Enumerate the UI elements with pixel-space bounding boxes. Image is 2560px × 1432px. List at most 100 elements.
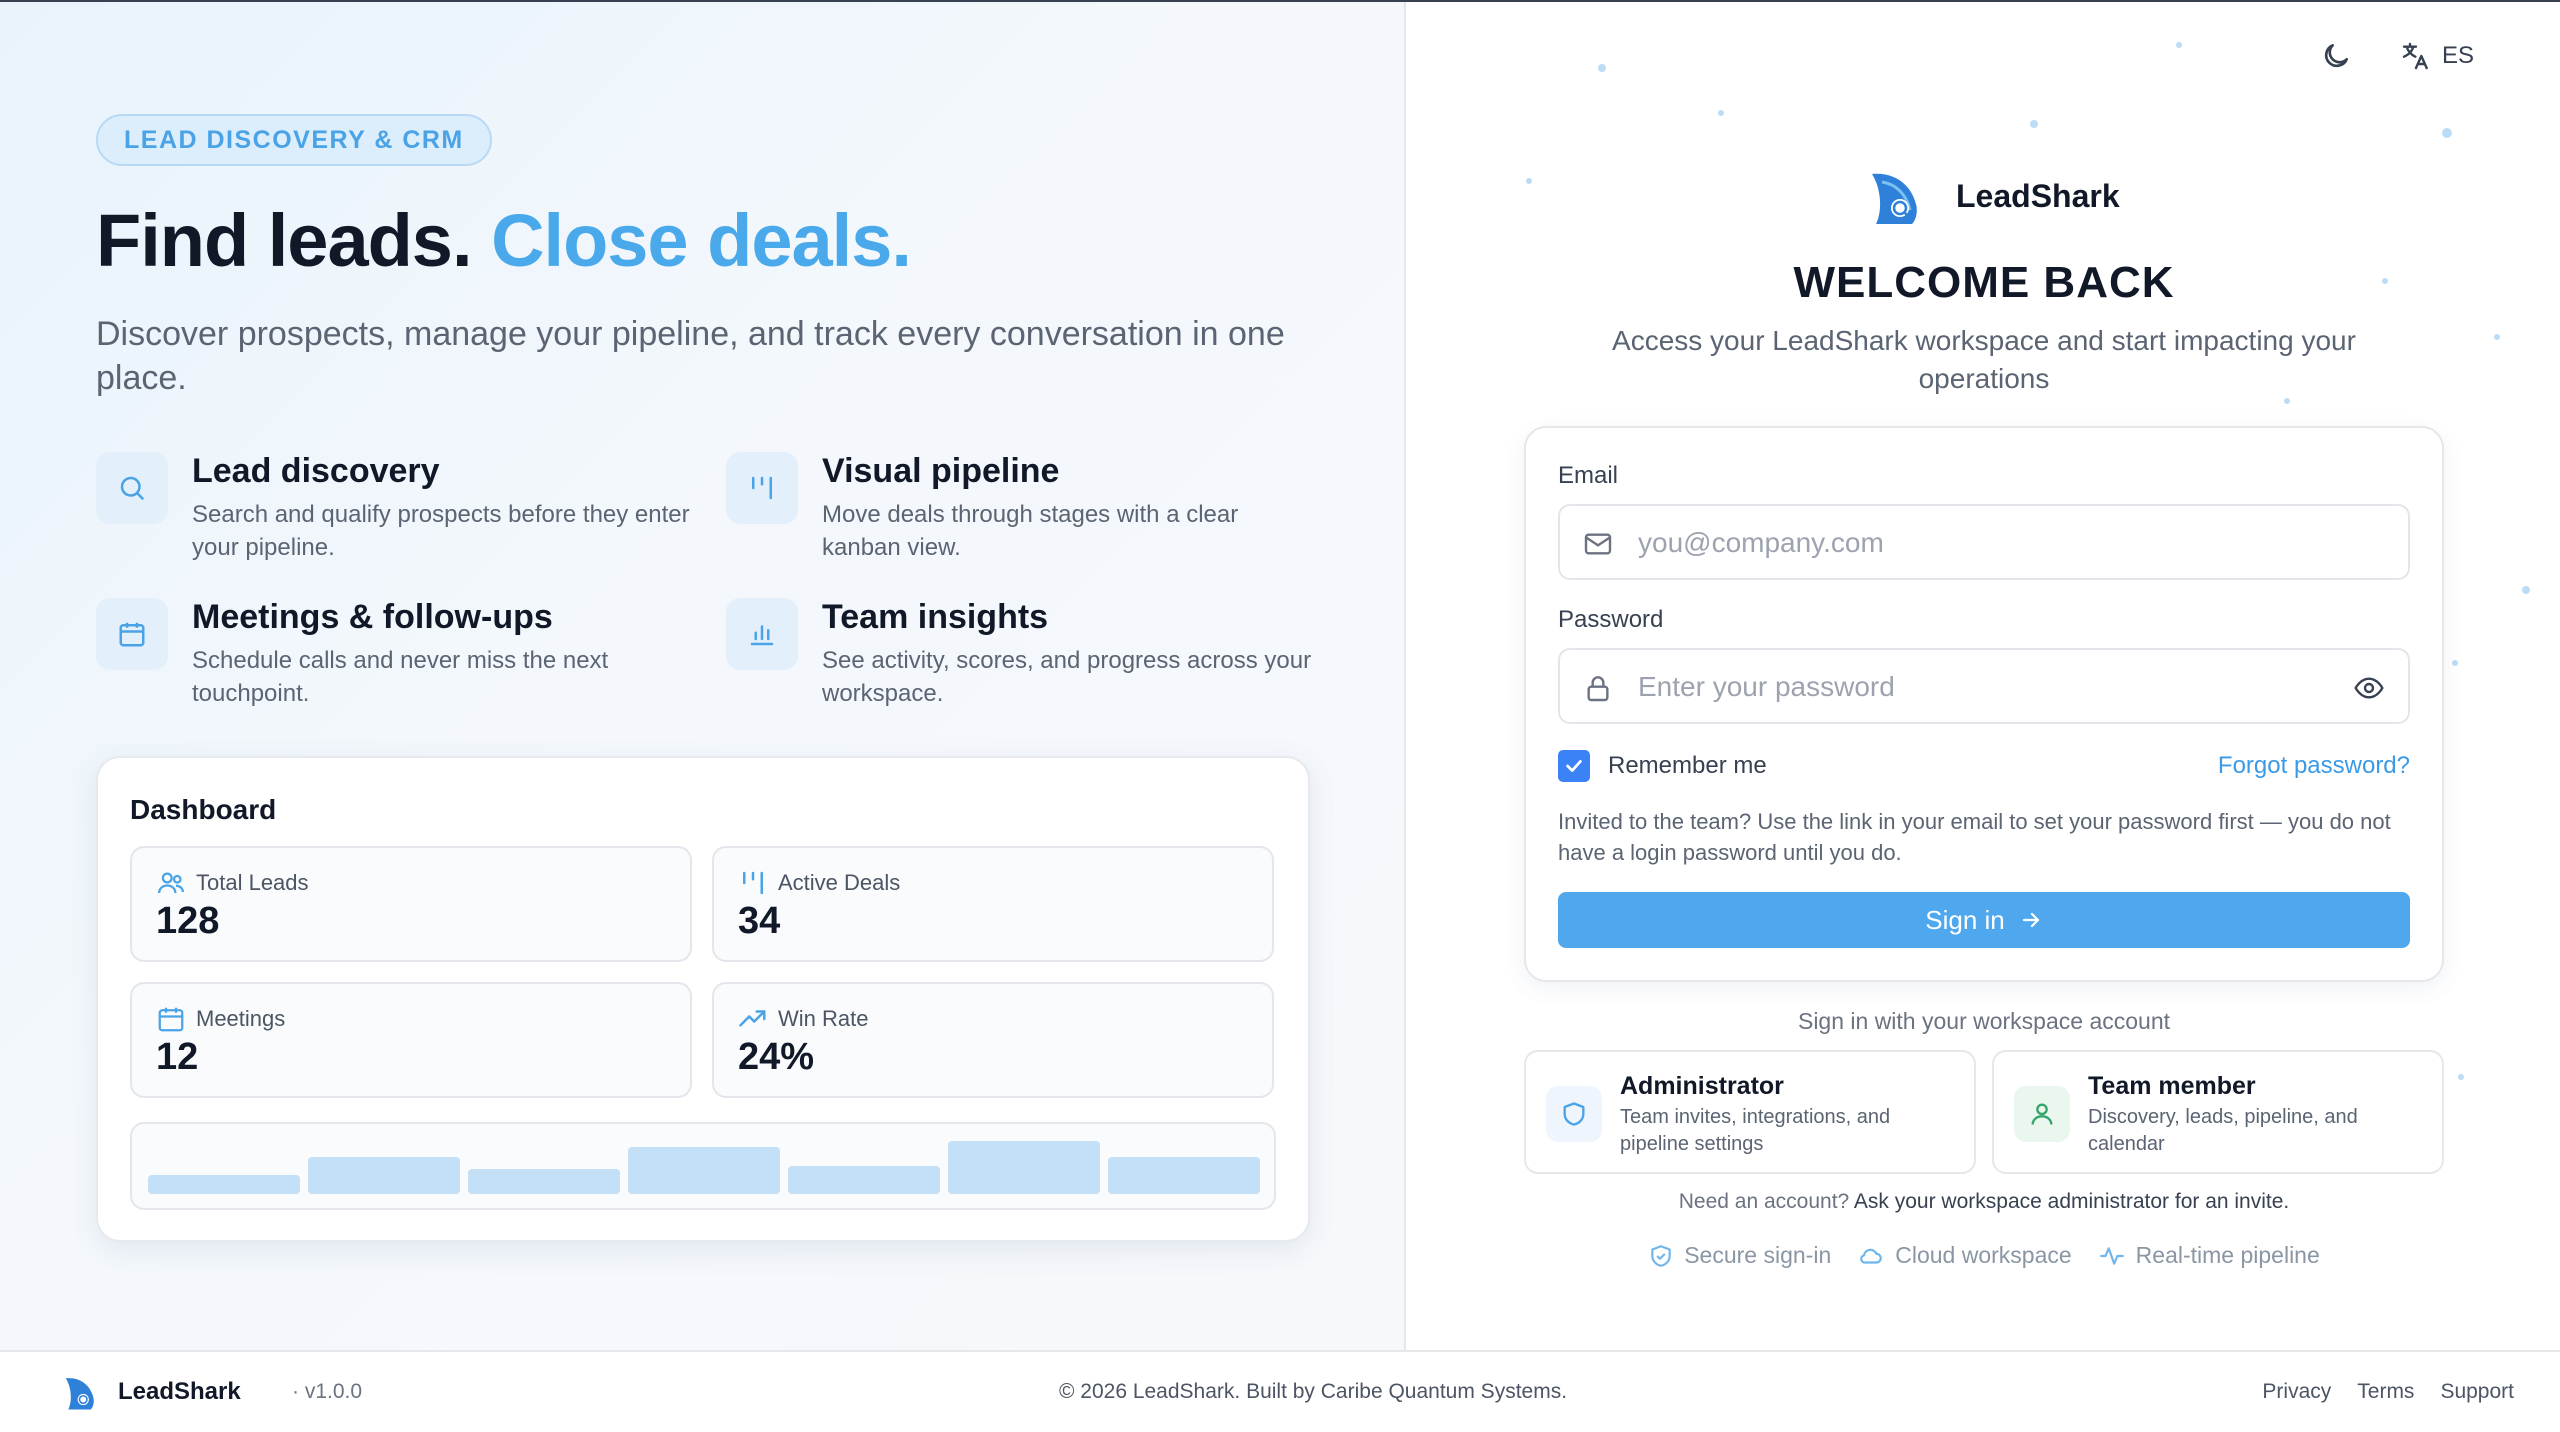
need-account-text: Ask your workspace administrator for an …	[1853, 1190, 2290, 1213]
trust-label: Real-time pipeline	[2135, 1242, 2320, 1268]
forgot-password-link[interactable]: Forgot password?	[2218, 752, 2410, 780]
footer: LeadShark · v1.0.0 © 2026 LeadShark. Bui…	[0, 1350, 2560, 1432]
decorative-dot	[2458, 1074, 2464, 1080]
stat-value: 24%	[738, 1036, 815, 1078]
mail-icon	[1584, 533, 1612, 555]
role-description: Team invites, integrations, and pipeline…	[1620, 1106, 1891, 1155]
password-label: Password	[1558, 606, 1664, 633]
trust-realtime: Real-time pipeline	[2098, 1242, 2320, 1269]
feature-title: Visual pipeline	[822, 452, 1060, 490]
language-switcher[interactable]: ES	[2400, 38, 2474, 74]
decorative-dot	[1526, 178, 1532, 184]
activity-bar	[308, 1157, 460, 1194]
pipeline-icon	[743, 871, 763, 895]
dashboard-title: Dashboard	[130, 794, 277, 825]
email-field[interactable]	[1638, 520, 2318, 566]
welcome-title: WELCOME BACK	[1793, 258, 2175, 307]
decorative-dot	[2442, 128, 2452, 138]
eye-icon[interactable]	[2352, 672, 2386, 704]
stat-value: 128	[156, 900, 220, 942]
theme-toggle[interactable]	[2320, 38, 2352, 74]
remember-checkbox[interactable]	[1558, 750, 1590, 782]
role-description: Discovery, leads, pipeline, and calendar	[2088, 1106, 2358, 1155]
shark-fin-logo	[1872, 173, 1917, 224]
stat-win-rate: Win Rate 24%	[712, 982, 1274, 1098]
sign-in-button[interactable]: Sign in	[1558, 892, 2410, 948]
user-icon	[2014, 1086, 2070, 1142]
copyright: © 2026 LeadShark. Built by Caribe Quantu…	[1058, 1380, 1568, 1403]
role-team-member[interactable]: Team member Discovery, leads, pipeline, …	[1992, 1050, 2444, 1174]
stat-value: 34	[738, 900, 781, 942]
support-link[interactable]: Support	[2440, 1380, 2514, 1404]
stat-label: Total Leads	[196, 870, 309, 895]
welcome-subtitle: Access your LeadShark workspace and star…	[1612, 325, 2356, 394]
activity-bar	[468, 1169, 620, 1194]
dashboard-preview: Dashboard Total Leads 128 Active Deals 3…	[96, 756, 1310, 1242]
activity-bar	[628, 1147, 780, 1194]
privacy-link[interactable]: Privacy	[2262, 1380, 2331, 1404]
decorative-dot	[1598, 64, 1606, 72]
password-field-wrapper[interactable]	[1558, 648, 2410, 724]
moon-icon[interactable]	[2320, 40, 2352, 72]
login-panel: ES LeadShark WELCOME BACK Access your Le…	[1408, 2, 2560, 1350]
email-field-wrapper[interactable]	[1558, 504, 2410, 580]
brand-header: LeadShark	[1866, 164, 2120, 228]
stat-total-leads: Total Leads 128	[130, 846, 692, 962]
search-icon	[96, 452, 168, 524]
feature-description: Schedule calls and never miss the next t…	[192, 647, 609, 707]
arrow-right-icon	[2022, 912, 2039, 928]
calendar-icon	[96, 598, 168, 670]
decorative-dot	[2494, 334, 2500, 340]
sign-in-label: Sign in	[1925, 904, 2005, 935]
login-form: Email Password Remember me Forgot passwo…	[1524, 426, 2444, 982]
trust-secure: Secure sign-in	[1648, 1242, 1831, 1269]
shield-icon	[1546, 1086, 1602, 1142]
hero-panel: LEAD DISCOVERY & CRM Find leads. Close d…	[0, 2, 1406, 1350]
users-icon	[158, 872, 184, 894]
feature-description: Search and qualify prospects before they…	[192, 501, 690, 561]
stat-label: Meetings	[196, 1006, 286, 1031]
need-account-note: Need an account? Ask your workspace admi…	[1408, 1190, 2560, 1214]
shield-check-icon	[1651, 1244, 1671, 1267]
stat-label: Win Rate	[778, 1006, 869, 1031]
activity-bar	[948, 1141, 1100, 1194]
need-account-prefix: Need an account?	[1678, 1190, 1850, 1213]
pipeline-icon	[726, 452, 798, 524]
brand-name: LeadShark	[1956, 177, 2120, 214]
decorative-dot	[2522, 586, 2530, 594]
hero-intro: Discover prospects, manage your pipeline…	[96, 315, 1285, 397]
remember-me[interactable]: Remember me	[1558, 750, 1767, 782]
feature-description: Move deals through stages with a clear k…	[822, 501, 1239, 561]
stat-active-deals: Active Deals 34	[712, 846, 1274, 962]
trust-label: Cloud workspace	[1895, 1242, 2072, 1268]
decorative-dot	[2452, 660, 2458, 666]
decorative-dot	[2176, 42, 2182, 48]
translate-icon	[2402, 42, 2428, 70]
activity-bar	[1108, 1157, 1260, 1194]
bar-chart-icon	[726, 598, 798, 670]
role-administrator[interactable]: Administrator Team invites, integrations…	[1524, 1050, 1976, 1174]
activity-bar	[148, 1175, 300, 1194]
stat-value: 12	[156, 1036, 199, 1078]
remember-label[interactable]: Remember me	[1608, 752, 1767, 780]
language-label[interactable]: ES	[2442, 42, 2474, 70]
check-icon	[1566, 760, 1582, 772]
footer-links: Privacy Terms Support	[2262, 1380, 2514, 1404]
category-badge: LEAD DISCOVERY & CRM	[96, 114, 492, 166]
stat-meetings: Meetings 12	[130, 982, 692, 1098]
role-title: Team member	[2088, 1072, 2256, 1100]
trust-badges: Secure sign-in Cloud workspace Real-time…	[1408, 1242, 2560, 1269]
password-field[interactable]	[1638, 664, 2318, 710]
calendar-icon	[158, 1007, 184, 1032]
activity-bars	[130, 1122, 1276, 1210]
lock-icon	[1587, 676, 1609, 702]
headline-accent: Close deals.	[491, 199, 912, 282]
decorative-dot	[2284, 398, 2290, 404]
invite-note: Invited to the team? Use the link in you…	[1558, 809, 2391, 865]
feature-description: See activity, scores, and progress acros…	[822, 647, 1312, 707]
terms-link[interactable]: Terms	[2357, 1380, 2414, 1404]
email-label: Email	[1558, 462, 1619, 489]
trend-up-icon	[739, 1010, 766, 1027]
activity-bar	[788, 1166, 940, 1194]
trust-label: Secure sign-in	[1684, 1242, 1832, 1268]
